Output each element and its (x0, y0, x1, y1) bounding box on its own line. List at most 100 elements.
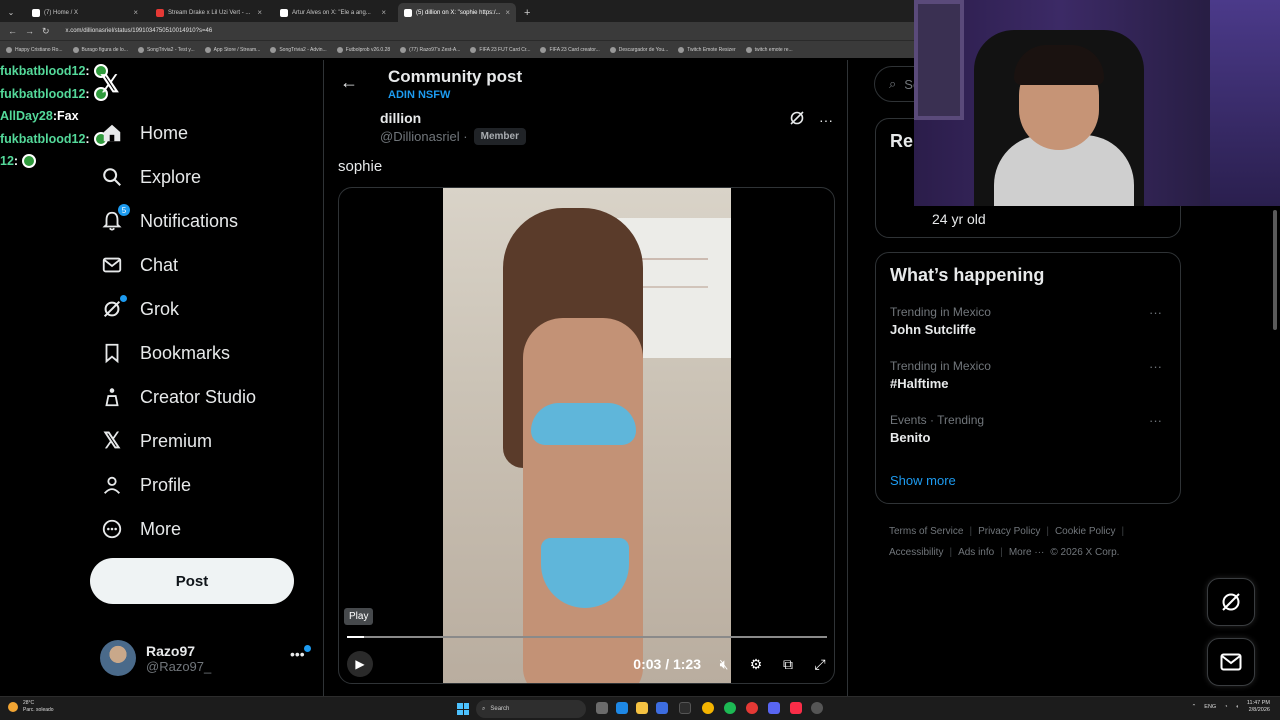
edge-icon[interactable] (616, 702, 628, 714)
task-view-icon[interactable] (596, 702, 608, 714)
footer-link[interactable]: Accessibility (889, 547, 943, 558)
browser-tab-3[interactable]: Artur Alves on X: "Ele a ang... × (274, 3, 392, 22)
footer-link[interactable]: Ads info (958, 547, 994, 558)
url-field[interactable]: x.com/dillionasriel/status/1991034750510… (66, 28, 213, 34)
trend-item[interactable]: Events · Trending Benito ··· (890, 413, 1170, 445)
trend-item[interactable]: Trending in Mexico John Sutcliffe ··· (890, 305, 1170, 337)
app-icon[interactable] (811, 702, 823, 714)
wifi-icon[interactable]: ◔ (1224, 704, 1227, 710)
nav-item-profile[interactable]: Profile (100, 463, 191, 507)
browser-tab-1[interactable]: (7) Home / X × (26, 3, 144, 22)
bookmark-item[interactable]: Futbolprob v26.0.28 (336, 46, 390, 53)
account-switcher[interactable]: Razo97 @Razo97_ ••• (100, 638, 311, 678)
page-scrollbar[interactable] (1272, 206, 1278, 692)
post-button[interactable]: Post (90, 558, 294, 604)
show-more-link[interactable]: Show more (890, 473, 956, 488)
more-dots-icon[interactable]: ··· (819, 112, 833, 128)
discord-icon[interactable] (768, 702, 780, 714)
video-player[interactable]: Play ▶ 0:03 / 1:23 🔇︎ ⚙ ⧉ ⤢ (338, 187, 835, 684)
tab-title: Stream Drake x Lil Uzi Vert - ... (168, 9, 251, 16)
bookmarks-bar: Happy Cristiano Ro... Burago figura de lo… (0, 40, 915, 58)
more-dots-icon[interactable]: ••• (290, 645, 311, 662)
chat-username: 12 (0, 154, 14, 169)
nav-item-chat[interactable]: Chat (100, 243, 178, 287)
file-explorer-icon[interactable] (636, 702, 648, 714)
back-arrow-icon[interactable]: ← (8, 26, 17, 36)
spotify-icon[interactable] (724, 702, 736, 714)
nav-item-home[interactable]: Home (100, 111, 188, 155)
forward-arrow-icon[interactable]: → (25, 26, 34, 36)
community-name-link[interactable]: ADIN NSFW (388, 89, 450, 101)
bookmark-item[interactable]: SongTrivia2 - Test y... (137, 46, 195, 53)
reload-icon[interactable]: ↻ (42, 26, 50, 37)
tab-search-icon[interactable]: ⌄ (4, 5, 18, 19)
nav-item-creator-studio[interactable]: Creator Studio (100, 375, 256, 419)
new-tab-button[interactable]: + (524, 7, 530, 19)
close-tab-icon[interactable]: × (381, 8, 386, 17)
obs-icon[interactable] (746, 702, 758, 714)
bookmark-favicon-icon (72, 46, 79, 53)
nav-item-explore[interactable]: Explore (100, 155, 201, 199)
music-icon[interactable] (790, 702, 802, 714)
more-dots-icon[interactable]: ··· (1149, 413, 1162, 428)
nav-label: Notifications (140, 210, 239, 231)
footer-link[interactable]: Privacy Policy (978, 526, 1040, 537)
back-arrow-icon[interactable]: ← (340, 72, 358, 93)
browser-tab-2[interactable]: Stream Drake x Lil Uzi Vert - ... × (150, 3, 268, 22)
author-name[interactable]: dillion (380, 110, 421, 126)
trend-item[interactable]: Trending in Mexico #Halftime ··· (890, 359, 1170, 391)
language-indicator[interactable]: ENG (1204, 704, 1216, 710)
video-frame[interactable] (443, 188, 731, 683)
taskbar-search[interactable]: ⌕ Search (476, 700, 586, 718)
more-dots-icon[interactable]: ··· (1149, 359, 1162, 374)
more-dots-icon[interactable]: ··· (1149, 305, 1162, 320)
grok-fab-button[interactable] (1207, 578, 1255, 626)
close-tab-icon[interactable]: × (257, 8, 262, 17)
footer-link[interactable]: Terms of Service (889, 526, 963, 537)
close-tab-icon[interactable]: × (505, 8, 510, 17)
chevron-up-icon[interactable]: ⌃ (1192, 704, 1197, 710)
bookmark-item[interactable]: SongTrivia2 - Advin... (270, 46, 327, 53)
bookmark-item[interactable]: FIFA 23 FUT Card Cr... (470, 46, 530, 53)
bookmark-item[interactable]: twitch emote re... (745, 46, 793, 53)
nav-item-premium[interactable]: 𝕏 Premium (100, 419, 212, 463)
bookmark-item[interactable]: Descargador de You... (609, 46, 668, 53)
chrome-icon[interactable] (702, 702, 714, 714)
close-tab-icon[interactable]: × (133, 8, 138, 17)
bookmark-item[interactable]: Burago figura de lo... (72, 46, 128, 53)
settings-icon[interactable]: ⚙ (747, 656, 765, 673)
bookmark-item[interactable]: Twitch Emote Resizer (678, 46, 736, 53)
browser-tab-4[interactable]: (5) dillion on X: "sophie https:/... × (398, 3, 516, 22)
video-progress-bar[interactable] (347, 636, 827, 638)
bookmark-label: SongTrivia2 - Test y... (146, 46, 195, 53)
author-handle[interactable]: @Dillionasriel · (380, 129, 468, 144)
weather-widget[interactable]: 28°C Parc. soleado (8, 700, 54, 714)
clock[interactable]: 11:47 PM 2/8/2026 (1247, 700, 1270, 714)
video-progress-fill (347, 636, 365, 638)
nav-item-bookmarks[interactable]: Bookmarks (100, 331, 230, 375)
chat-separator: : (85, 64, 90, 79)
windows-start-icon[interactable] (457, 703, 469, 715)
nav-item-more[interactable]: More (100, 507, 181, 551)
chat-text: Fax (56, 109, 79, 124)
bookmark-item[interactable]: FIFA 23 Card creator... (540, 46, 600, 53)
bookmark-item[interactable]: App Store / Stream... (204, 46, 260, 53)
messages-fab-button[interactable] (1207, 638, 1255, 686)
play-button[interactable]: ▶ (347, 651, 373, 677)
volume-icon[interactable]: ◖ (1236, 704, 1239, 710)
footer-link[interactable]: More ··· (1009, 547, 1045, 558)
fullscreen-icon[interactable]: ⤢ (811, 656, 829, 673)
nav-item-grok[interactable]: Grok (100, 287, 179, 331)
pip-icon[interactable]: ⧉ (779, 656, 797, 673)
terminal-icon[interactable] (679, 702, 691, 714)
grok-icon[interactable] (789, 110, 805, 129)
search-icon: ⌕ (889, 76, 897, 91)
nav-item-notifications[interactable]: 5 Notifications (100, 199, 238, 243)
store-icon[interactable] (656, 702, 668, 714)
footer-link[interactable]: © 2026 X Corp. (1050, 547, 1119, 558)
x-logo-icon[interactable]: 𝕏 (100, 72, 126, 98)
mute-icon[interactable]: 🔇︎ (715, 656, 733, 673)
footer-link[interactable]: Cookie Policy (1055, 526, 1116, 537)
bookmark-item[interactable]: Happy Cristiano Ro... (6, 46, 63, 53)
bookmark-item[interactable]: (77) Razo97's Zest-A... (400, 46, 460, 53)
